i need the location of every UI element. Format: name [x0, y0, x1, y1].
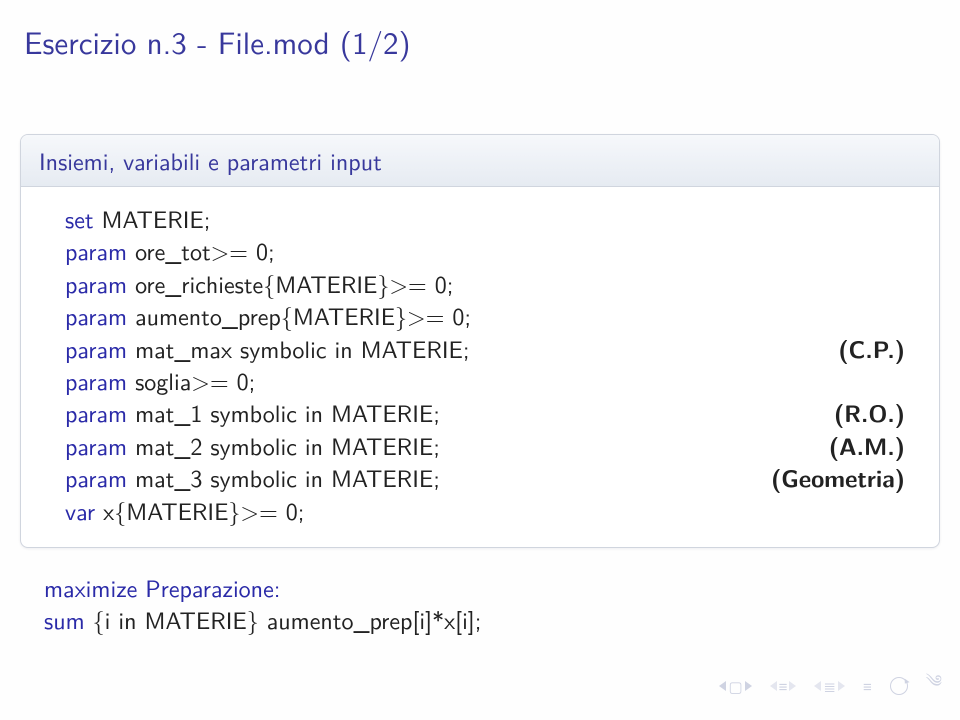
- keyword: param: [65, 363, 127, 398]
- code-line: set MATERIE;: [65, 203, 917, 235]
- code-line-lhs: param mat_1 symbolic in MATERIE;: [65, 397, 440, 429]
- nav-slide-group: ▢: [719, 675, 751, 697]
- code-text: mat_2 symbolic in MATERIE;: [127, 428, 440, 463]
- card-header: Insiemi, variabili e parametri input: [21, 135, 939, 187]
- code-text: mat_3 symbolic in MATERIE;: [127, 460, 440, 495]
- code-line-lhs: param aumento_prep{MATERIE}>= 0;: [65, 300, 471, 332]
- keyword: var: [65, 493, 95, 528]
- code-text: ore_tot>= 0;: [127, 233, 275, 268]
- prev-section-icon[interactable]: [770, 681, 777, 691]
- code-line: param aumento_prep{MATERIE}>= 0;: [65, 300, 917, 332]
- code-line-lhs: param ore_tot>= 0;: [65, 235, 275, 267]
- subsection-bars-icon: ≣: [823, 675, 836, 697]
- code-annotation: [210, 203, 917, 235]
- slide-box-icon: ▢: [728, 675, 742, 697]
- keyword: param: [65, 395, 127, 430]
- code-line-lhs: var x{MATERIE}>= 0;: [65, 495, 304, 527]
- sum-line: sum {i in MATERIE} aumento_prep[i]*x[i];: [44, 604, 938, 636]
- sum-keyword: sum: [44, 602, 93, 637]
- section-bars-icon: ≡: [779, 675, 788, 697]
- code-line: param mat_max symbolic in MATERIE;(C.P.): [65, 333, 917, 365]
- code-line: param mat_1 symbolic in MATERIE;(R.O.): [65, 397, 917, 429]
- code-line: var x{MATERIE}>= 0;: [65, 495, 917, 527]
- next-slide-icon[interactable]: [745, 681, 752, 691]
- code-line-lhs: param mat_2 symbolic in MATERIE;: [65, 430, 440, 462]
- code-text: ore_richieste{MATERIE}>= 0;: [127, 266, 453, 301]
- code-annotation: (R.O.): [440, 397, 917, 429]
- code-annotation: (Geometria): [440, 462, 917, 494]
- next-section-icon[interactable]: [789, 681, 796, 691]
- keyword: param: [65, 298, 127, 333]
- prev-sub-icon[interactable]: [814, 681, 821, 691]
- section-mark-icon: ≡: [863, 675, 872, 697]
- code-annotation: [304, 495, 917, 527]
- code-line: param mat_3 symbolic in MATERIE;(Geometr…: [65, 462, 917, 494]
- code-line: param ore_richieste{MATERIE}>= 0;: [65, 268, 917, 300]
- code-annotation: [471, 300, 917, 332]
- keyword: param: [65, 233, 127, 268]
- code-text: soglia>= 0;: [127, 363, 255, 398]
- code-line-lhs: param ore_richieste{MATERIE}>= 0;: [65, 268, 453, 300]
- code-annotation: [453, 268, 917, 300]
- code-text: mat_max symbolic in MATERIE;: [127, 331, 469, 366]
- content-card: Insiemi, variabili e parametri input set…: [20, 134, 940, 548]
- slide: Esercizio n.3 - File.mod (1/2) Insiemi, …: [0, 0, 960, 720]
- nav-subsection-group: ≣: [814, 675, 845, 697]
- nav-footer: ▢ ≡ ≣ ≡ ༄: [719, 662, 942, 710]
- code-annotation: [255, 365, 917, 397]
- first-slide-icon[interactable]: [719, 681, 726, 691]
- maximize-line: maximize Preparazione:: [44, 572, 938, 604]
- card-body: set MATERIE;param ore_tot>= 0;param ore_…: [21, 187, 939, 547]
- code-text: aumento_prep{MATERIE}>= 0;: [127, 298, 471, 333]
- loop-icon[interactable]: [890, 677, 908, 695]
- keyword: param: [65, 460, 127, 495]
- search-icon[interactable]: ༄: [926, 662, 942, 710]
- code-line: param mat_2 symbolic in MATERIE;(A.M.): [65, 430, 917, 462]
- keyword: param: [65, 331, 127, 366]
- code-line-lhs: param mat_3 symbolic in MATERIE;: [65, 462, 440, 494]
- code-line-lhs: set MATERIE;: [65, 203, 210, 235]
- code-annotation: (A.M.): [440, 430, 917, 462]
- keyword: set: [65, 201, 94, 236]
- code-line-lhs: param soglia>= 0;: [65, 365, 255, 397]
- keyword: param: [65, 428, 127, 463]
- code-annotation: [275, 235, 917, 267]
- keyword: param: [65, 266, 127, 301]
- code-annotation: (C.P.): [470, 333, 917, 365]
- slide-title: Esercizio n.3 - File.mod (1/2): [0, 0, 960, 74]
- code-line: param soglia>= 0;: [65, 365, 917, 397]
- below-card: maximize Preparazione: sum {i in MATERIE…: [0, 548, 960, 637]
- code-line-lhs: param mat_max symbolic in MATERIE;: [65, 333, 470, 365]
- code-text: MATERIE;: [94, 201, 211, 236]
- code-text: mat_1 symbolic in MATERIE;: [127, 395, 440, 430]
- code-text: x{MATERIE}>= 0;: [95, 493, 304, 528]
- code-line: param ore_tot>= 0;: [65, 235, 917, 267]
- sum-body: {i in MATERIE} aumento_prep[i]*x[i];: [93, 602, 482, 637]
- nav-section-group: ≡: [770, 675, 797, 697]
- next-sub-icon[interactable]: [838, 681, 845, 691]
